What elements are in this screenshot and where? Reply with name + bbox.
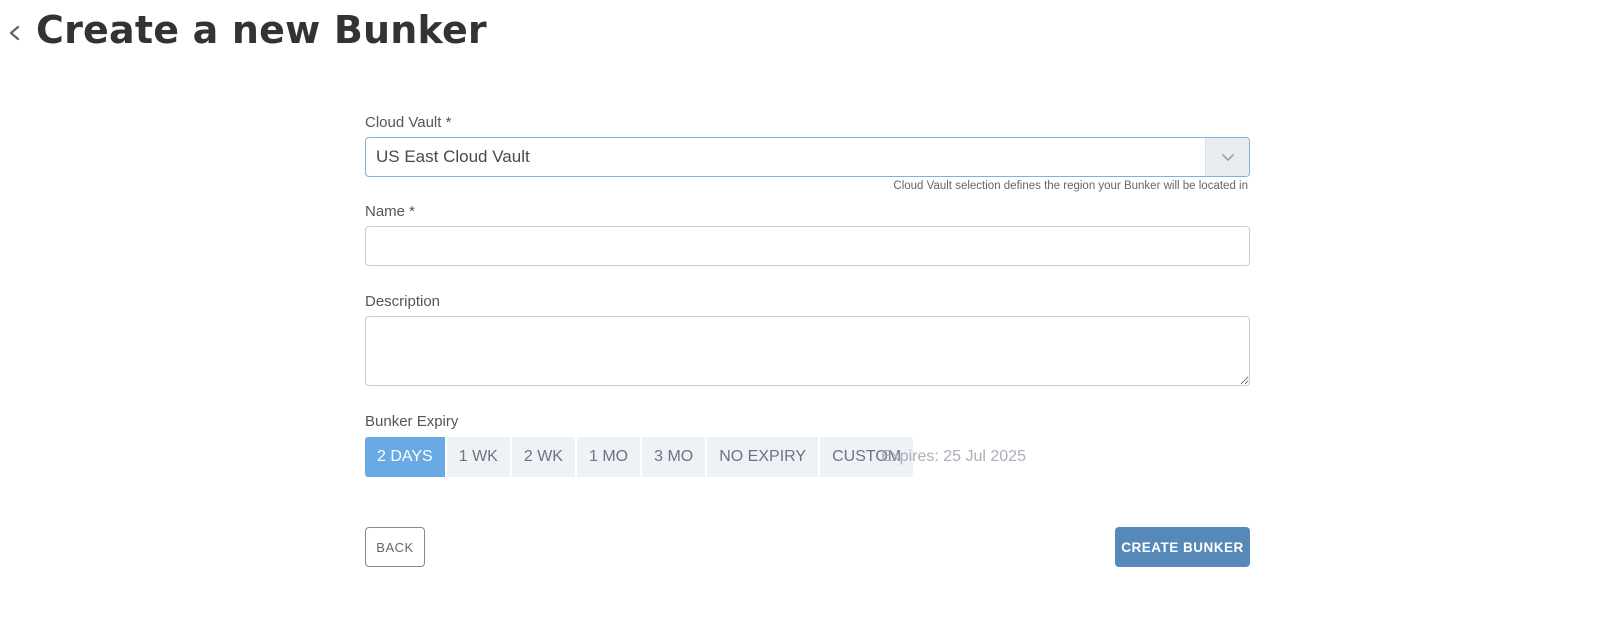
- cloud-vault-hint: Cloud Vault selection defines the region…: [893, 180, 1248, 192]
- name-field[interactable]: [365, 226, 1250, 266]
- back-button[interactable]: BACK: [365, 527, 425, 567]
- description-label: Description: [365, 293, 441, 310]
- chevron-down-icon[interactable]: [1205, 138, 1249, 176]
- expires-date-text: Expires: 25 Jul 2025: [881, 448, 1026, 465]
- expiry-option-2-wk[interactable]: 2 WK: [511, 437, 575, 477]
- create-bunker-button[interactable]: CREATE BUNKER: [1115, 527, 1250, 567]
- cloud-vault-select[interactable]: US East Cloud Vault: [365, 137, 1250, 177]
- description-field[interactable]: [365, 316, 1250, 386]
- expiry-option-3-mo[interactable]: 3 MO: [642, 437, 706, 477]
- page-title: Create a new Bunker: [36, 8, 487, 52]
- name-label: Name *: [365, 203, 416, 220]
- expiry-option-1-wk[interactable]: 1 WK: [446, 437, 510, 477]
- page-header: Create a new Bunker: [0, 0, 1600, 66]
- cloud-vault-label: Cloud Vault *: [365, 114, 452, 131]
- bunker-expiry-label: Bunker Expiry: [365, 413, 459, 430]
- expiry-segmented-control: 2 DAYS 1 WK 2 WK 1 MO 3 MO NO EXPIRY CUS…: [365, 437, 914, 477]
- cloud-vault-selected-value: US East Cloud Vault: [376, 147, 530, 166]
- expiry-option-1-mo[interactable]: 1 MO: [576, 437, 641, 477]
- expiry-option-2-days[interactable]: 2 DAYS: [365, 437, 445, 477]
- chevron-left-icon[interactable]: [6, 22, 22, 44]
- expiry-option-no-expiry[interactable]: NO EXPIRY: [707, 437, 819, 477]
